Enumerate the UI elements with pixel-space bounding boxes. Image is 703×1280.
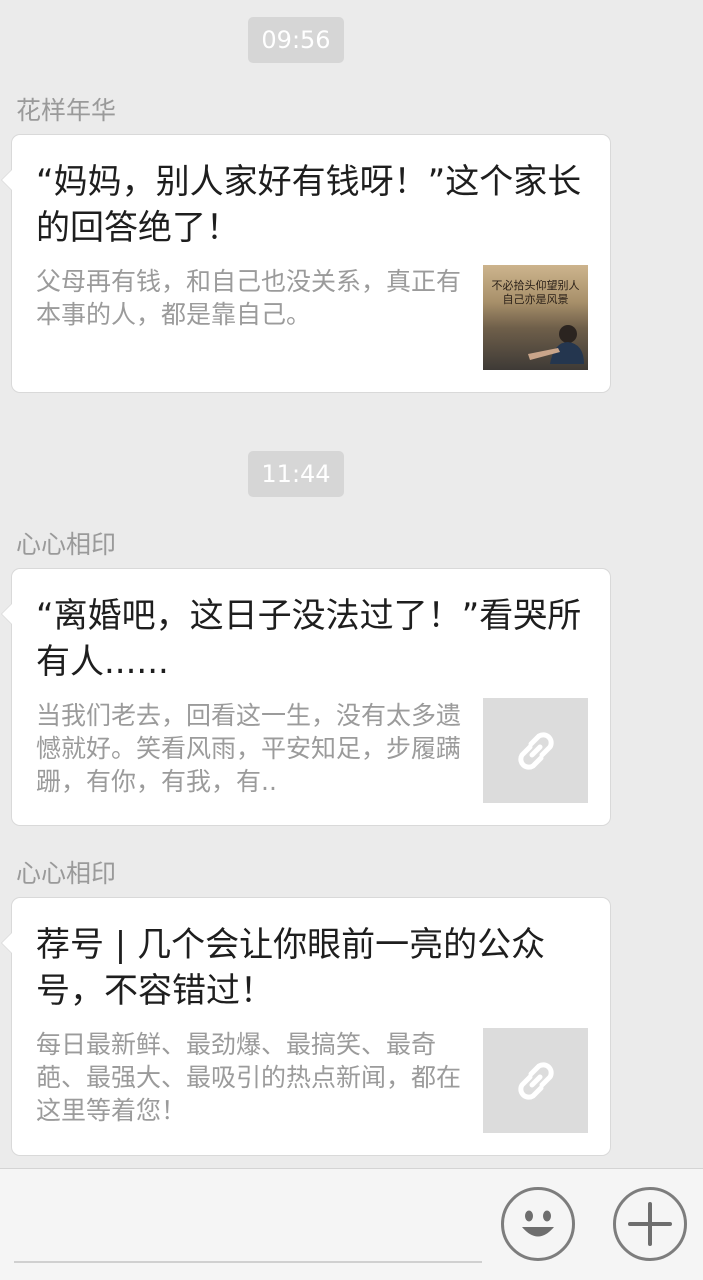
sender-name: 心心相印 bbox=[16, 530, 117, 559]
sender-name: 心心相印 bbox=[16, 859, 117, 888]
sender-name: 花样年华 bbox=[16, 96, 117, 125]
text-input-underline[interactable] bbox=[14, 1261, 482, 1263]
article-title: “离婚吧，这日子没法过了！”看哭所有人...... bbox=[36, 596, 582, 682]
article-card[interactable]: “妈妈，别人家好有钱呀！”这个家长的回答绝了！ 父母再有钱，和自己也没关系，真正… bbox=[1, 134, 611, 393]
article-thumbnail: 不必拾头仰望别人 自己亦是风景 bbox=[483, 265, 588, 370]
person-figure-image bbox=[528, 325, 584, 364]
input-bar bbox=[0, 1168, 703, 1280]
article-description: 每日最新鲜、最劲爆、最搞笑、最奇葩、最强大、最吸引的热点新闻，都在这里等着您！ bbox=[36, 1030, 462, 1125]
timestamp-chip: 09:56 bbox=[248, 17, 344, 63]
article-thumbnail bbox=[483, 1028, 588, 1133]
article-description: 当我们老去，回看这一生，没有太多遗憾就好。笑看风雨，平安知足，步履蹒跚，有你，有… bbox=[36, 701, 462, 796]
smiley-icon bbox=[522, 1210, 554, 1237]
link-icon bbox=[517, 1061, 554, 1100]
article-card[interactable]: “离婚吧，这日子没法过了！”看哭所有人...... 当我们老去，回看这一生，没有… bbox=[1, 568, 611, 826]
more-button[interactable] bbox=[613, 1187, 687, 1261]
timestamp-chip: 11:44 bbox=[248, 451, 344, 497]
bubble-tail bbox=[1, 932, 12, 954]
article-description: 父母再有钱，和自己也没关系，真正有本事的人，都是靠自己。 bbox=[36, 267, 462, 329]
plus-icon bbox=[628, 1202, 672, 1246]
article-title: “妈妈，别人家好有钱呀！”这个家长的回答绝了！ bbox=[36, 162, 582, 248]
article-thumbnail bbox=[483, 698, 588, 803]
bubble-tail bbox=[1, 169, 12, 191]
emoji-button[interactable] bbox=[501, 1187, 575, 1261]
article-title: 荐号 | 几个会让你眼前一亮的公众号，不容错过！ bbox=[36, 925, 546, 1011]
article-card[interactable]: 荐号 | 几个会让你眼前一亮的公众号，不容错过！ 每日最新鲜、最劲爆、最搞笑、最… bbox=[1, 897, 611, 1156]
bubble-tail bbox=[1, 603, 12, 625]
link-icon bbox=[517, 731, 554, 770]
chat-area[interactable]: 09:56 花样年华 “妈妈，别人家好有钱呀！”这个家长的回答绝了！ 父母再有钱… bbox=[0, 0, 703, 1168]
thumbnail-caption: 不必拾头仰望别人 自己亦是风景 bbox=[491, 279, 580, 306]
